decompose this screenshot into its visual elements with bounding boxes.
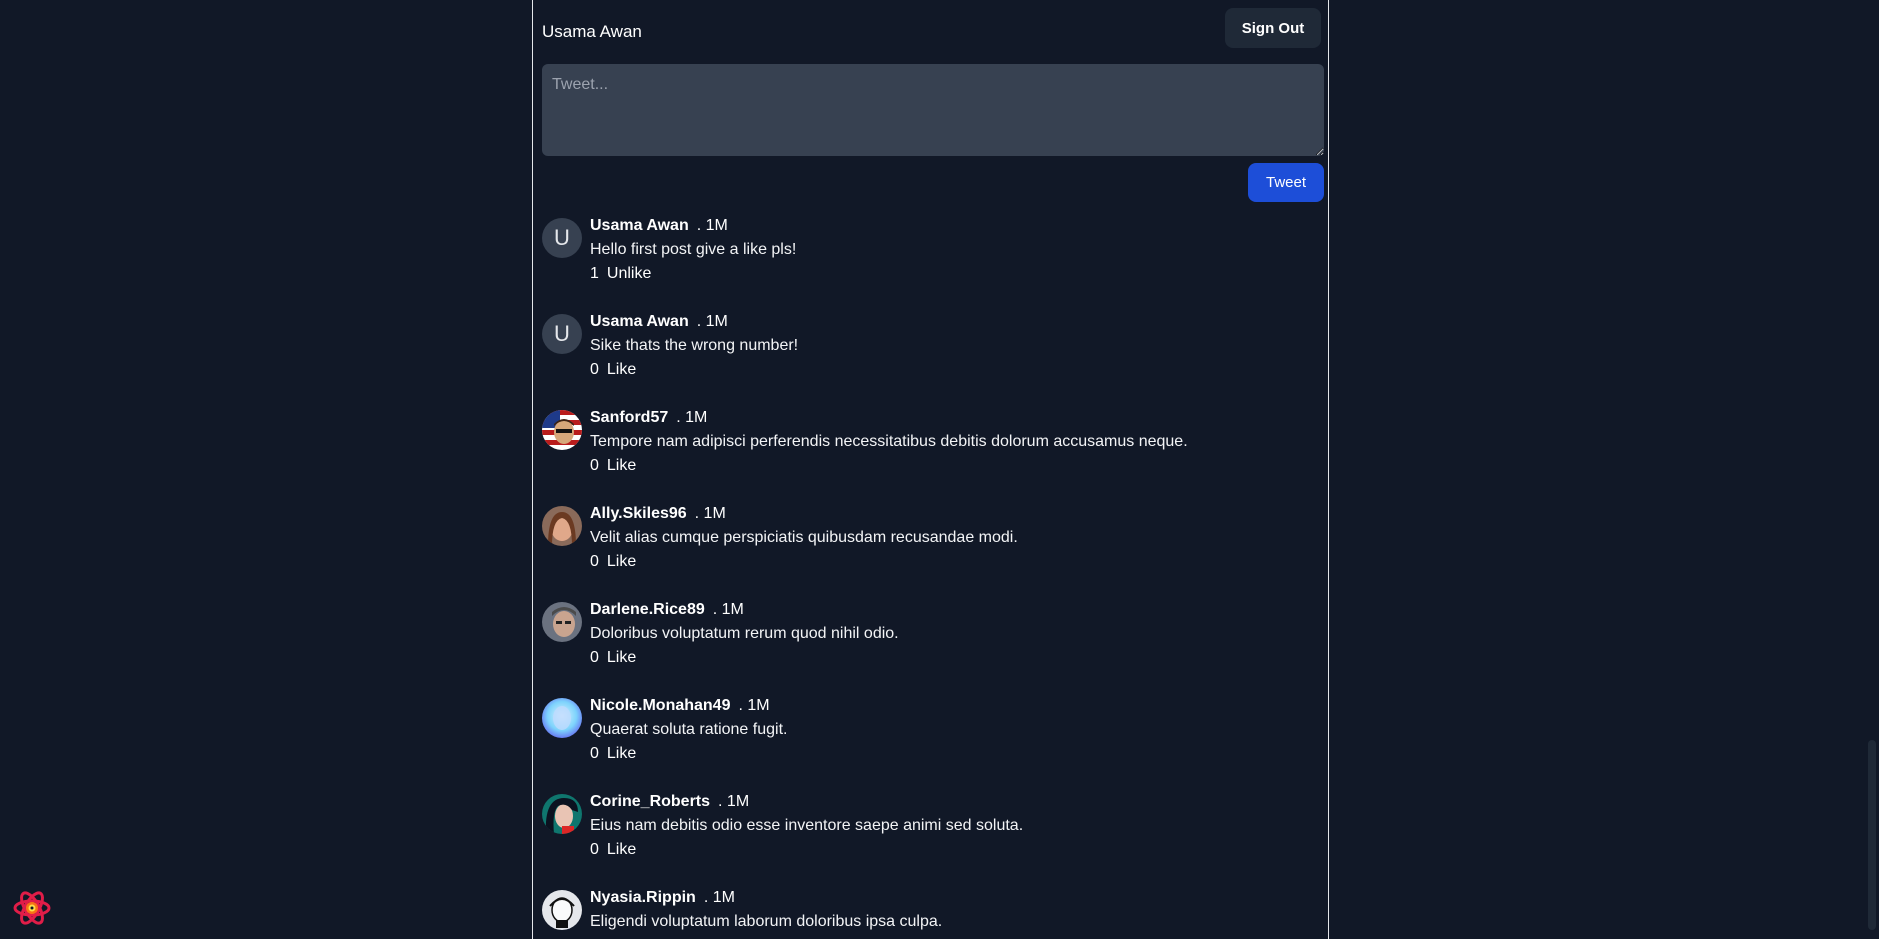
tweet-time: . 1M	[676, 409, 708, 426]
react-logo-icon[interactable]	[13, 889, 51, 927]
tweet-body: Nyasia.Rippin . 1M Eligendi voluptatum la…	[590, 888, 942, 939]
tweet-item: Ally.Skiles96 . 1M Velit alias cumque per…	[542, 504, 1324, 600]
tweet-item: Corine_Roberts . 1M Eius nam debitis odio…	[542, 792, 1324, 888]
tweet-body: Usama Awan . 1M Hello first post give a l…	[590, 216, 796, 284]
like-count: 0	[590, 457, 599, 474]
tweet-time: . 1M	[738, 697, 770, 714]
avatar[interactable]	[542, 794, 582, 834]
avatar[interactable]	[542, 602, 582, 642]
tweet-actions: 0 Like	[590, 648, 899, 668]
tweet-author[interactable]: Ally.Skiles96	[590, 505, 687, 522]
tweet-body: Sanford57 . 1M Tempore nam adipisci perfe…	[590, 408, 1188, 476]
scrollbar-thumb[interactable]	[1868, 740, 1876, 930]
tweet-meta: Ally.Skiles96 . 1M	[590, 504, 1018, 528]
like-button[interactable]: Like	[607, 457, 636, 474]
tweet-author[interactable]: Usama Awan	[590, 313, 689, 330]
tweet-author[interactable]: Nyasia.Rippin	[590, 889, 696, 906]
tweet-meta: Usama Awan . 1M	[590, 312, 798, 336]
like-button[interactable]: Like	[607, 841, 636, 858]
tweet-item: U Usama Awan . 1M Sike thats the wrong nu…	[542, 312, 1324, 408]
avatar[interactable]	[542, 890, 582, 930]
tweet-text: Sike thats the wrong number!	[590, 337, 799, 354]
tweet-time: . 1M	[718, 793, 750, 810]
sign-out-button[interactable]: Sign Out	[1225, 8, 1321, 48]
tweet-time: . 1M	[696, 313, 728, 330]
tweet-meta: Nicole.Monahan49 . 1M	[590, 696, 787, 720]
tweet-actions: 0 Like	[590, 840, 1023, 860]
tweet-time: . 1M	[712, 601, 744, 618]
page-scrollbar[interactable]	[1865, 0, 1879, 939]
tweet-item: Nicole.Monahan49 . 1M Quaerat soluta rati…	[542, 696, 1324, 792]
tweet-text: Eligendi voluptatum laborum doloribus ip…	[590, 913, 943, 930]
tweet-body: Usama Awan . 1M Sike thats the wrong numb…	[590, 312, 798, 380]
tweet-item: Darlene.Rice89 . 1M Doloribus voluptatum …	[542, 600, 1324, 696]
tweet-body: Ally.Skiles96 . 1M Velit alias cumque per…	[590, 504, 1018, 572]
tweet-actions: 0 Like	[590, 360, 798, 380]
app-root: Usama Awan Sign Out Tweet U Usama Awan . …	[0, 0, 1879, 939]
tweet-time: . 1M	[703, 889, 735, 906]
like-count: 0	[590, 841, 599, 858]
tweet-text: Eius nam debitis odio esse inventore sae…	[590, 817, 1024, 834]
tweet-actions: 1 Unlike	[590, 264, 796, 284]
tweet-time: . 1M	[694, 505, 726, 522]
tweet-input[interactable]	[542, 64, 1324, 156]
tweet-actions: 0 Like	[590, 744, 787, 764]
tweet-author[interactable]: Usama Awan	[590, 217, 689, 234]
main-column: Usama Awan Sign Out Tweet U Usama Awan . …	[532, 0, 1329, 939]
avatar[interactable]: U	[542, 218, 582, 258]
tweet-item: U Usama Awan . 1M Hello first post give a…	[542, 216, 1324, 312]
current-user-name: Usama Awan	[542, 22, 642, 41]
tweet-button[interactable]: Tweet	[1248, 163, 1324, 202]
avatar[interactable]	[542, 698, 582, 738]
tweet-author[interactable]: Darlene.Rice89	[590, 601, 705, 618]
tweet-meta: Darlene.Rice89 . 1M	[590, 600, 899, 624]
tweet-meta: Sanford57 . 1M	[590, 408, 1188, 432]
tweet-author[interactable]: Nicole.Monahan49	[590, 697, 730, 714]
tweet-author[interactable]: Corine_Roberts	[590, 793, 710, 810]
like-count: 0	[590, 745, 599, 762]
tweet-author[interactable]: Sanford57	[590, 409, 668, 426]
like-button[interactable]: Like	[607, 553, 636, 570]
tweet-meta: Corine_Roberts . 1M	[590, 792, 1023, 816]
tweet-feed: U Usama Awan . 1M Hello first post give a…	[542, 216, 1324, 939]
tweet-actions: 0 Like	[590, 456, 1188, 476]
avatar[interactable]	[542, 506, 582, 546]
tweet-body: Corine_Roberts . 1M Eius nam debitis odio…	[590, 792, 1023, 860]
tweet-text: Quaerat soluta ratione fugit.	[590, 721, 788, 738]
like-button[interactable]: Like	[607, 361, 636, 378]
like-button[interactable]: Like	[607, 649, 636, 666]
tweet-text: Hello first post give a like pls!	[590, 241, 797, 258]
tweet-meta: Usama Awan . 1M	[590, 216, 796, 240]
tweet-actions: 0 Like	[590, 552, 1018, 572]
header: Usama Awan Sign Out	[542, 0, 1322, 60]
avatar[interactable]: U	[542, 314, 582, 354]
like-count: 0	[590, 649, 599, 666]
tweet-item: Sanford57 . 1M Tempore nam adipisci perfe…	[542, 408, 1324, 504]
unlike-button[interactable]: Unlike	[607, 265, 651, 282]
tweet-meta: Nyasia.Rippin . 1M	[590, 888, 942, 912]
tweet-text: Doloribus voluptatum rerum quod nihil od…	[590, 625, 899, 642]
like-button[interactable]: Like	[607, 745, 636, 762]
like-count: 1	[590, 265, 599, 282]
tweet-item: Nyasia.Rippin . 1M Eligendi voluptatum la…	[542, 888, 1324, 939]
avatar[interactable]	[542, 410, 582, 450]
tweet-time: . 1M	[696, 217, 728, 234]
tweet-body: Darlene.Rice89 . 1M Doloribus voluptatum …	[590, 600, 899, 668]
like-count: 0	[590, 553, 599, 570]
tweet-text: Tempore nam adipisci perferendis necessi…	[590, 433, 1188, 450]
tweet-text: Velit alias cumque perspiciatis quibusda…	[590, 529, 1018, 546]
like-count: 0	[590, 361, 599, 378]
tweet-body: Nicole.Monahan49 . 1M Quaerat soluta rati…	[590, 696, 787, 764]
